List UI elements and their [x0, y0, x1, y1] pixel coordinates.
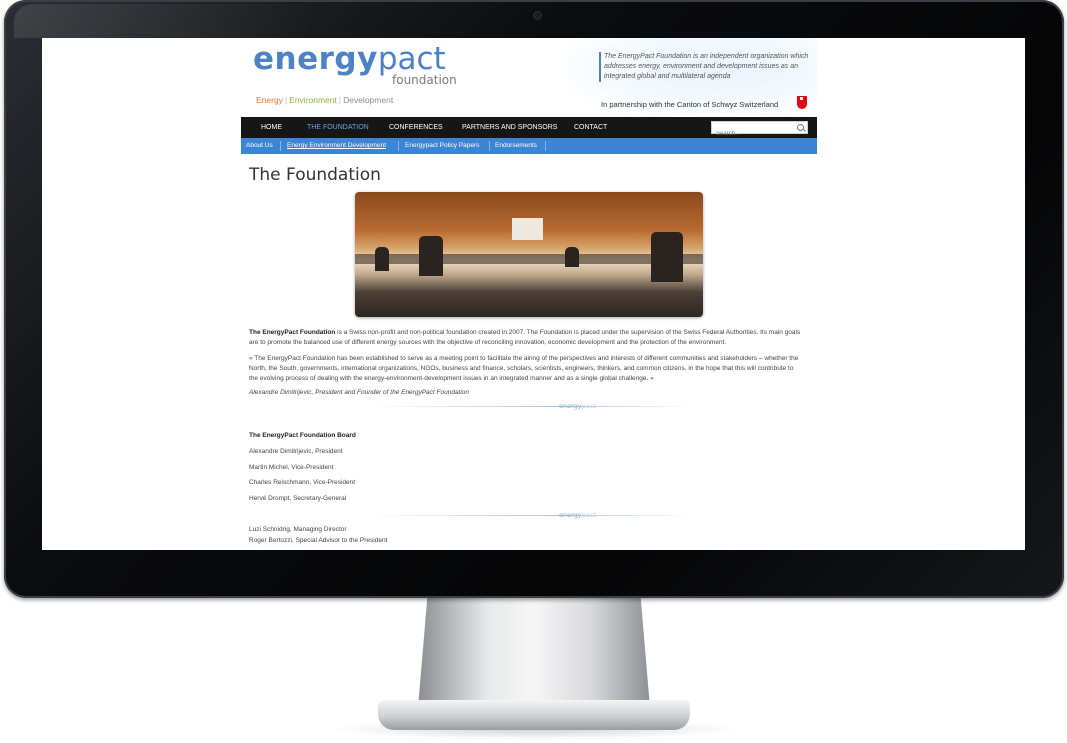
screen: energypact foundation Energy | Environment… [42, 38, 1025, 550]
quote-author: Alexandre Dimitrijevic, President and Fo… [249, 389, 470, 396]
divider-logo-energy: energy [559, 402, 582, 410]
schwyz-crest-icon [797, 96, 807, 109]
staff-member: Roger Bertozzi, Special Advisor to the P… [249, 537, 388, 544]
tagline-separator: | [338, 95, 342, 105]
camera-icon [534, 12, 541, 19]
crest-cross-mark [800, 97, 803, 100]
monitor-stand [418, 598, 650, 708]
subnav-divider [398, 141, 399, 151]
tagline-environment: Environment [289, 95, 337, 105]
board-member: Hervé Drompt, Secretary-General [249, 495, 347, 502]
nav-the-foundation[interactable]: THE FOUNDATION [307, 117, 369, 138]
tagline-energy: Energy [256, 95, 283, 105]
conference-room-photo [355, 192, 703, 317]
logo-energy-text: energy [253, 41, 378, 77]
sub-navigation: About Us Energy Environment Development … [241, 138, 817, 154]
nav-home[interactable]: HOME [261, 117, 282, 138]
nav-contact[interactable]: CONTACT [574, 117, 607, 138]
nav-conferences[interactable]: CONFERENCES [389, 117, 443, 138]
tagline-development: Development [343, 95, 394, 105]
divider-logo-pact: pact [581, 511, 596, 519]
bezel-glare [14, 4, 314, 38]
search-box [711, 121, 808, 140]
search-icon[interactable] [797, 124, 804, 131]
divider-logo-energy: energy [559, 511, 582, 519]
subnav-divider [545, 141, 546, 151]
board-title: The EnergyPact Foundation Board [249, 432, 356, 439]
section-divider [371, 406, 691, 407]
divider-logo: energypact [559, 511, 596, 519]
divider-logo: energypact [559, 402, 596, 410]
photo-person [375, 247, 389, 271]
subnav-divider [280, 141, 281, 151]
page-title: The Foundation [249, 165, 381, 185]
divider-logo-pact: pact [581, 402, 596, 410]
main-navigation: HOME THE FOUNDATION CONFERENCES PARTNERS… [241, 117, 817, 140]
section-divider [371, 515, 691, 516]
tagline: Energy | Environment | Development [256, 95, 393, 105]
monitor-base [378, 700, 690, 730]
partnership-text: In partnership with the Canton of Schwyz… [601, 100, 779, 109]
web-page: energypact foundation Energy | Environment… [241, 38, 817, 550]
nav-partners-and-sponsors[interactable]: PARTNERS AND SPONSORS [462, 117, 557, 138]
header-description: The EnergyPact Foundation is an independ… [599, 52, 814, 82]
intro-paragraph: The EnergyPact Foundation is a Swiss non… [249, 328, 801, 348]
photo-person [419, 236, 443, 276]
subnav-energy-environment-development[interactable]: Energy Environment Development [287, 138, 386, 154]
subnav-energypact-policy-papers[interactable]: Energypact Policy Papers [405, 138, 479, 154]
subnav-divider [489, 141, 490, 151]
logo-pact-text: pact [377, 41, 446, 77]
site-logo[interactable]: energypact foundation [253, 41, 457, 88]
photo-person [651, 232, 683, 282]
quote-paragraph: « The EnergyPact Foundation has been est… [249, 355, 799, 382]
staff-member: Luzi Schnidrig, Managing Director [249, 526, 347, 533]
intro-bold: The EnergyPact Foundation [249, 329, 336, 336]
subnav-about-us[interactable]: About Us [246, 138, 273, 154]
board-member: Martin Michel, Vice-President [249, 464, 334, 471]
photo-person [565, 247, 579, 267]
photo-screen [512, 218, 543, 240]
board-member: Charles Reischmann, Vice-President [249, 479, 356, 486]
subnav-endorsements[interactable]: Endorsements [495, 138, 537, 154]
board-member: Alexandre Dimitrijevic, President [249, 448, 343, 455]
logo-foundation-text: foundation [392, 73, 457, 87]
tagline-separator: | [284, 95, 288, 105]
